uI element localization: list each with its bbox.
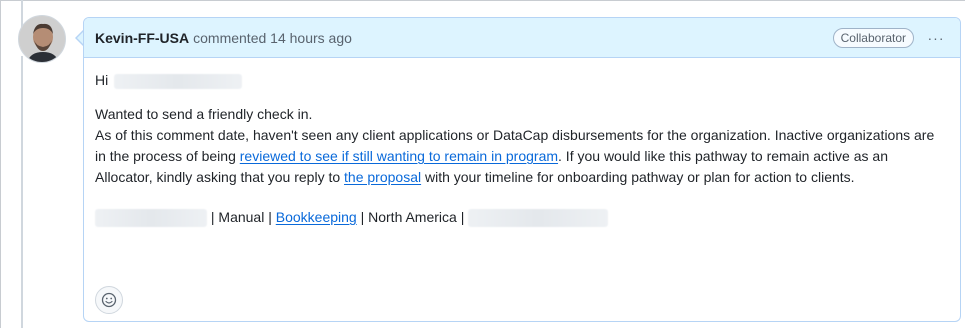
add-reaction-button[interactable] <box>95 286 123 314</box>
signature-line: | Manual | Bookkeeping | North America | <box>95 207 948 228</box>
comment-header: Kevin-FF-USA commented 14 hours ago Coll… <box>84 18 960 58</box>
timeline-line <box>21 56 23 328</box>
avatar[interactable] <box>18 15 66 63</box>
greeting-line: Hi <box>95 70 948 91</box>
signature-text: | Manual | <box>207 209 276 225</box>
smiley-icon <box>101 292 117 308</box>
redacted-contact <box>468 209 609 228</box>
review-link[interactable]: reviewed to see if still wanting to rema… <box>240 148 558 164</box>
check-in-line: Wanted to send a friendly check in. <box>95 106 313 122</box>
bookkeeping-link[interactable]: Bookkeeping <box>276 209 357 225</box>
comment-paragraph: As of this comment date, haven't seen an… <box>95 125 948 188</box>
redacted-org <box>95 209 207 228</box>
comment-body: Hi Wanted to send a friendly check in. A… <box>84 58 960 228</box>
redacted-name <box>114 73 243 89</box>
avatar-photo-icon <box>19 16 65 62</box>
greeting-text: Hi <box>95 72 109 88</box>
proposal-link[interactable]: the proposal <box>344 169 421 185</box>
more-options-icon[interactable]: ··· <box>924 28 948 48</box>
paragraph-text: with your timeline for onboarding pathwa… <box>421 169 855 185</box>
comment-box: Kevin-FF-USA commented 14 hours ago Coll… <box>83 17 961 322</box>
signature-text: | North America | <box>356 209 469 225</box>
author-link[interactable]: Kevin-FF-USA <box>95 30 189 46</box>
role-badge: Collaborator <box>832 27 914 48</box>
comment-timestamp[interactable]: commented 14 hours ago <box>193 30 352 46</box>
